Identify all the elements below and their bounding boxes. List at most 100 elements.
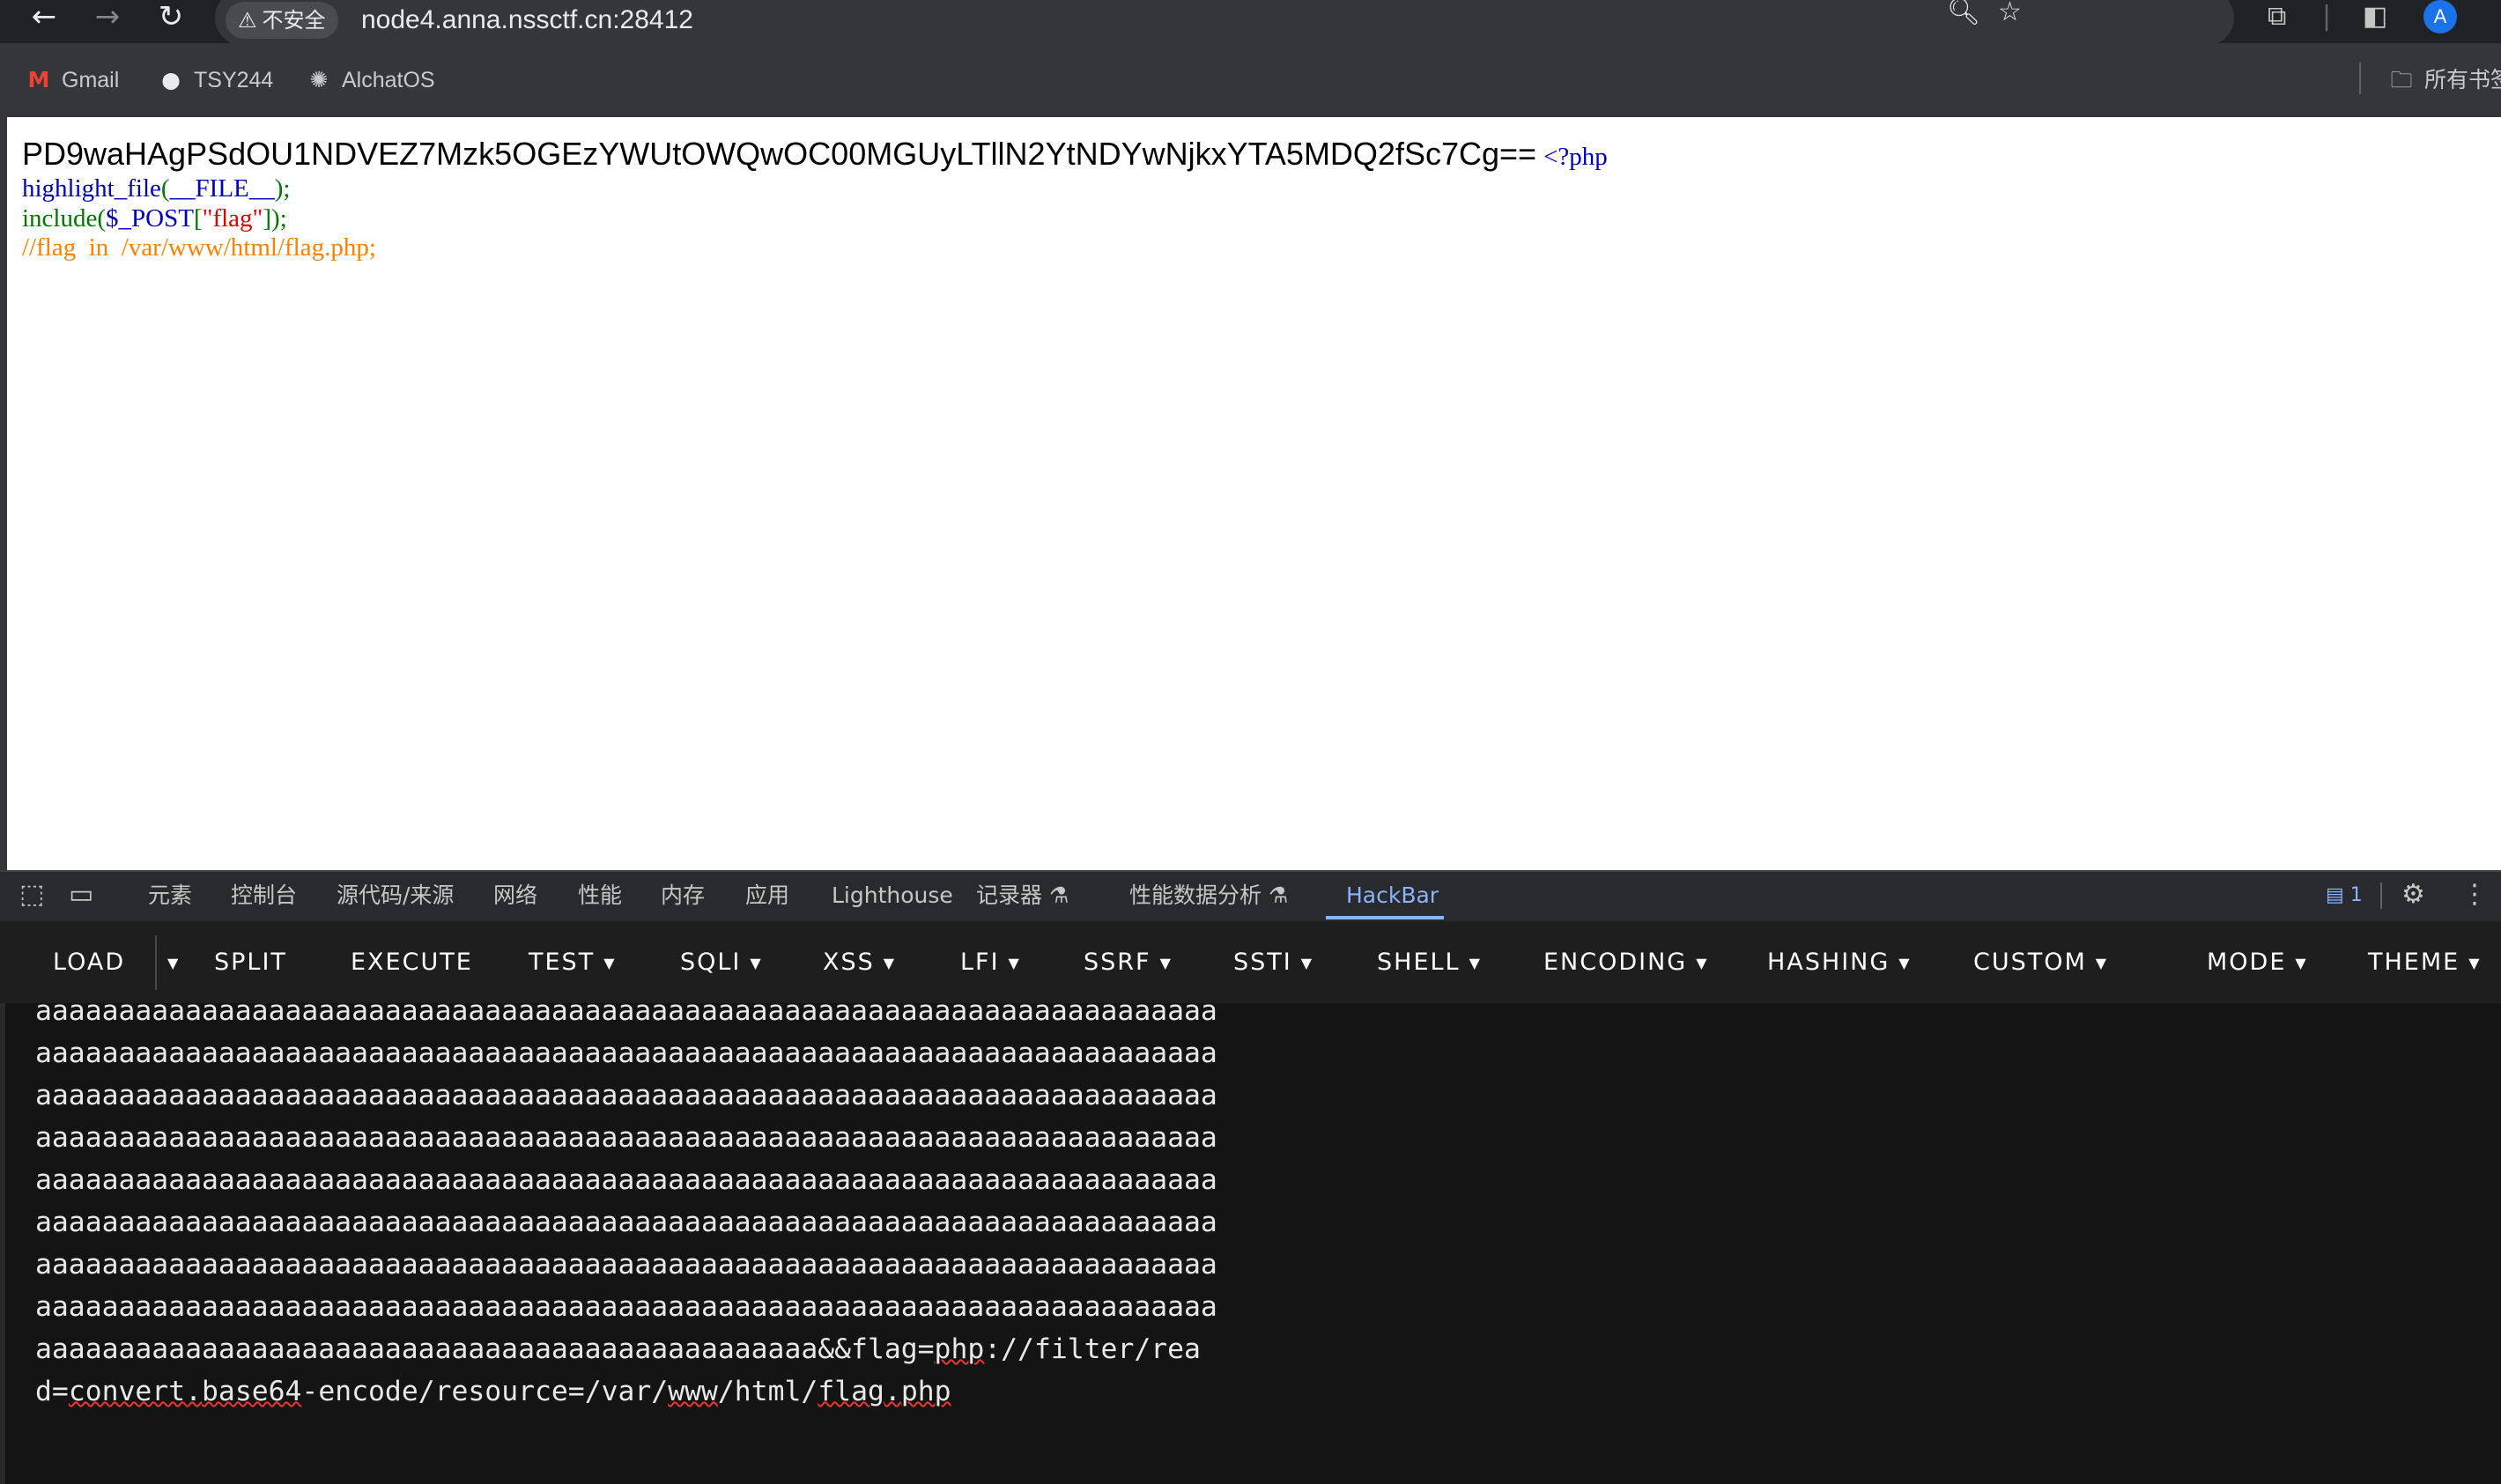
- caret-down-icon: ▼: [1469, 955, 1482, 971]
- hackbar-toolbar: LOAD ▼ SPLIT EXECUTE TEST ▼ SQLI ▼ XSS ▼ LF…: [0, 921, 2501, 1003]
- body-segment: /html/: [717, 1376, 818, 1407]
- issues-badge[interactable]: ▤ 1: [2326, 872, 2363, 919]
- tab-hackbar[interactable]: HackBar: [1346, 872, 1439, 919]
- test-label: TEST: [529, 949, 596, 976]
- tab-recorder[interactable]: 记录器 ⚗: [976, 872, 1069, 919]
- code-func: highlight_file: [22, 174, 161, 203]
- bookmark-tsy244[interactable]: ● TSY244: [157, 63, 273, 98]
- code-line-1: highlight_file(__FILE__);: [22, 174, 290, 203]
- code-line-3-comment: //flag in /var/www/html/flag.php;: [22, 233, 376, 262]
- security-chip[interactable]: ⚠ 不安全: [226, 2, 338, 39]
- bookmark-star-icon[interactable]: ☆: [1998, 0, 2022, 27]
- code-punct: );: [274, 174, 291, 203]
- device-toolbar-icon[interactable]: ▭: [69, 879, 93, 910]
- ssti-label: SSTI: [1233, 949, 1292, 976]
- caret-down-icon: ▼: [2468, 955, 2482, 971]
- split-button[interactable]: SPLIT: [214, 921, 287, 1003]
- bookmark-alchatos[interactable]: ✺ AlchatOS: [305, 63, 435, 98]
- warning-triangle-icon: ⚠: [238, 8, 257, 33]
- reload-icon[interactable]: ↻: [146, 0, 196, 35]
- side-panel-icon[interactable]: ◧: [2363, 0, 2387, 33]
- theme-menu-button[interactable]: THEME ▼: [2368, 921, 2482, 1003]
- execute-button[interactable]: EXECUTE: [351, 921, 473, 1003]
- shell-menu-button[interactable]: SHELL ▼: [1377, 921, 1482, 1003]
- tab-lighthouse[interactable]: Lighthouse: [832, 872, 953, 919]
- mode-menu-button[interactable]: MODE ▼: [2207, 921, 2308, 1003]
- openai-icon: ✺: [309, 67, 329, 92]
- shell-label: SHELL: [1377, 949, 1461, 976]
- code-var: $_POST: [106, 204, 194, 233]
- gmail-icon: M: [27, 67, 50, 92]
- page-viewport: PD9waHAgPSdOU1NDVEZ7Mzk5OGEzYWUtOWQwOC00…: [7, 117, 2501, 870]
- folder-icon: 🗀: [2390, 67, 2413, 92]
- ssrf-menu-button[interactable]: SSRF ▼: [1084, 921, 1173, 1003]
- forward-arrow-icon[interactable]: →: [83, 0, 132, 35]
- code-const: __FILE__: [169, 174, 275, 203]
- settings-gear-icon[interactable]: ⚙: [2401, 879, 2425, 910]
- sqli-menu-button[interactable]: SQLI ▼: [680, 921, 763, 1003]
- ssrf-label: SSRF: [1084, 949, 1151, 976]
- spellcheck-word: .: [185, 1376, 203, 1407]
- hashing-menu-button[interactable]: HASHING ▼: [1767, 921, 1912, 1003]
- omnibox[interactable]: ⚠ 不安全 node4.anna.nssctf.cn:28412 🔍︎ ☆: [215, 0, 2234, 46]
- tab-memory[interactable]: 内存: [661, 872, 705, 919]
- custom-menu-button[interactable]: CUSTOM ▼: [1973, 921, 2108, 1003]
- tab-performance[interactable]: 性能: [578, 872, 622, 919]
- spellcheck-word: convert: [68, 1376, 186, 1407]
- hashing-label: HASHING: [1767, 949, 1891, 976]
- ssti-menu-button[interactable]: SSTI ▼: [1233, 921, 1313, 1003]
- caret-down-icon: ▼: [1898, 955, 1912, 971]
- bookmark-gmail[interactable]: M Gmail: [25, 63, 120, 98]
- tab-application[interactable]: 应用: [745, 872, 789, 919]
- load-dropdown-divider: [155, 935, 157, 990]
- caret-down-icon: ▼: [2295, 955, 2308, 971]
- custom-label: CUSTOM: [1973, 949, 2087, 976]
- hackbar-body-textarea[interactable]: aaaaaaaaaaaaaaaaaaaaaaaaaaaaaaaaaaaaaaaa…: [0, 1003, 2501, 1484]
- encoding-menu-button[interactable]: ENCODING ▼: [1543, 921, 1709, 1003]
- spellcheck-word: .: [884, 1376, 901, 1407]
- code-punct: (: [97, 204, 107, 233]
- window-left-edge: [0, 117, 7, 870]
- spellcheck-word: php: [934, 1333, 985, 1365]
- caret-down-icon: ▼: [1159, 955, 1173, 971]
- extensions-puzzle-icon[interactable]: ⧉: [2268, 0, 2286, 33]
- base64-output: PD9waHAgPSdOU1NDVEZ7Mzk5OGEzYWUtOWQwOC00…: [22, 136, 1537, 172]
- load-button[interactable]: LOAD: [53, 921, 125, 1003]
- code-punct: ]);: [263, 204, 287, 233]
- devtools-divider: [2380, 882, 2382, 909]
- zoom-icon[interactable]: 🔍︎: [1947, 0, 1980, 27]
- tab-sources[interactable]: 源代码/来源: [337, 872, 454, 919]
- caret-down-icon: ▼: [1300, 955, 1314, 971]
- encoding-label: ENCODING: [1543, 949, 1688, 976]
- tab-elements[interactable]: 元素: [148, 872, 192, 919]
- profile-avatar[interactable]: A: [2423, 0, 2457, 33]
- bookmark-label: TSY244: [194, 68, 274, 92]
- tab-network[interactable]: 网络: [493, 872, 537, 919]
- issues-count: 1: [2349, 884, 2363, 906]
- active-tab-indicator: [1326, 916, 1444, 919]
- body-segment: ://filter/rea: [984, 1333, 1201, 1365]
- body-line: aaaaaaaaaaaaaaaaaaaaaaaaaaaaaaaaaaaaaaaa…: [35, 1080, 1217, 1111]
- tab-performance-insights[interactable]: 性能数据分析 ⚗: [1129, 872, 1288, 919]
- more-options-icon[interactable]: ⋮: [2461, 879, 2488, 910]
- test-menu-button[interactable]: TEST ▼: [529, 921, 617, 1003]
- body-line: aaaaaaaaaaaaaaaaaaaaaaaaaaaaaaaaaaaaaaaa…: [35, 1003, 1217, 1027]
- load-dropdown-button[interactable]: ▼: [159, 921, 180, 1003]
- body-line: aaaaaaaaaaaaaaaaaaaaaaaaaaaaaaaaaaaaaaaa…: [35, 1207, 1217, 1238]
- mode-label: MODE: [2207, 949, 2287, 976]
- page-output-line: PD9waHAgPSdOU1NDVEZ7Mzk5OGEzYWUtOWQwOC00…: [22, 135, 1608, 176]
- url-text[interactable]: node4.anna.nssctf.cn:28412: [361, 2, 693, 39]
- lfi-label: LFI: [960, 949, 1000, 976]
- body-line: aaaaaaaaaaaaaaaaaaaaaaaaaaaaaaaaaaaaaaaa…: [35, 1249, 1217, 1281]
- caret-down-icon: ▼: [603, 955, 617, 971]
- sqli-label: SQLI: [680, 949, 742, 976]
- caret-down-icon: ▼: [167, 955, 181, 971]
- back-arrow-icon[interactable]: ←: [19, 0, 69, 35]
- post-body-text[interactable]: aaaaaaaaaaaaaaaaaaaaaaaaaaaaaaaaaaaaaaaa…: [35, 1003, 1286, 1413]
- lfi-menu-button[interactable]: LFI ▼: [960, 921, 1021, 1003]
- xss-menu-button[interactable]: XSS ▼: [823, 921, 896, 1003]
- inspect-element-icon[interactable]: ⬚: [19, 879, 44, 910]
- tab-console[interactable]: 控制台: [231, 872, 297, 919]
- all-bookmarks-folder[interactable]: 🗀 所有书签: [2387, 63, 2501, 98]
- bookmark-label: Gmail: [62, 68, 120, 92]
